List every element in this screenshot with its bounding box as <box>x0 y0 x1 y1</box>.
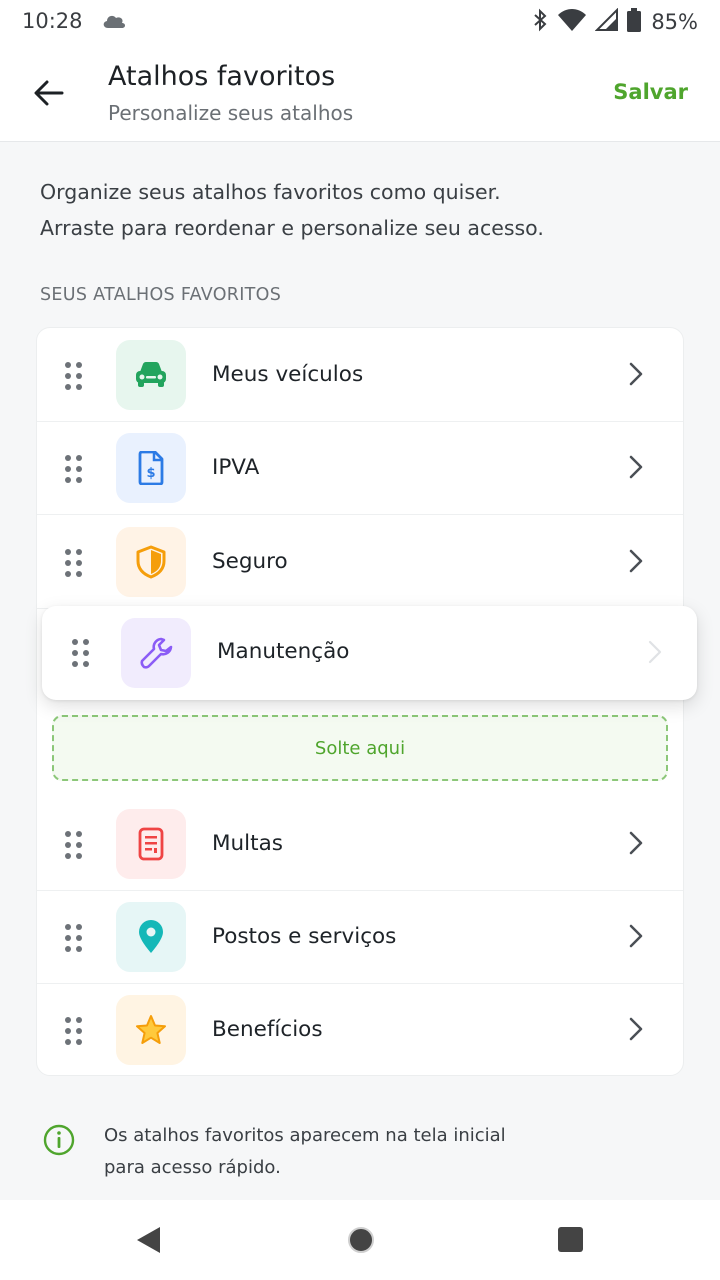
back-button[interactable] <box>22 71 76 115</box>
chevron-right-icon <box>629 1017 643 1041</box>
location-pin-icon <box>139 920 163 953</box>
chevron-right-icon <box>629 831 643 855</box>
shortcut-item-ipva[interactable]: $ IPVA <box>37 421 683 515</box>
star-icon <box>136 1015 166 1044</box>
shortcut-item-postos[interactable]: Postos e serviços <box>37 890 683 984</box>
section-label: SEUS ATALHOS FAVORITOS <box>40 285 282 305</box>
shortcut-label: Manutenção <box>217 639 350 664</box>
intro-line-1: Organize seus atalhos favoritos como qui… <box>40 180 501 204</box>
status-time: 10:28 <box>22 9 83 33</box>
shortcut-item-seguro[interactable]: Seguro <box>37 515 683 609</box>
ticket-icon <box>138 827 164 861</box>
intro-text: Organize seus atalhos favoritos como qui… <box>40 174 680 246</box>
signal-icon <box>594 7 619 36</box>
shortcut-tile <box>116 902 186 972</box>
shortcut-label: Benefícios <box>212 1017 323 1042</box>
car-icon <box>136 362 166 387</box>
shield-icon <box>136 545 166 579</box>
drop-zone[interactable]: Solte aqui <box>52 715 668 781</box>
chevron-right-icon <box>629 362 643 386</box>
nav-recents-icon[interactable] <box>557 1224 585 1256</box>
drag-handle-icon[interactable] <box>72 639 90 667</box>
app-bar: Atalhos favoritos Personalize seus atalh… <box>0 44 720 142</box>
info-icon <box>43 1124 75 1156</box>
info-line-2: para acesso rápido. <box>104 1157 281 1178</box>
shortcut-label: Postos e serviços <box>212 924 397 949</box>
wifi-icon <box>557 8 587 36</box>
document-dollar-icon: $ <box>138 451 164 485</box>
shortcut-label: Seguro <box>212 549 288 574</box>
info-line-1: Os atalhos favoritos aparecem na tela in… <box>104 1125 506 1146</box>
shortcut-item-multas[interactable]: Multas <box>37 797 683 891</box>
drag-handle-icon[interactable] <box>65 831 83 859</box>
page-subtitle: Personalize seus atalhos <box>108 101 354 125</box>
chevron-right-icon <box>629 455 643 479</box>
nav-home-icon[interactable] <box>346 1224 376 1256</box>
shortcut-tile <box>116 995 186 1065</box>
shortcut-tile: $ <box>116 433 186 503</box>
intro-line-2: Arraste para reordenar e personalize seu… <box>40 216 544 240</box>
bluetooth-icon <box>531 8 549 36</box>
shortcut-label: IPVA <box>212 455 260 480</box>
shortcut-item-beneficios[interactable]: Benefícios <box>37 983 683 1075</box>
drag-handle-icon[interactable] <box>65 549 83 577</box>
arrow-left-icon <box>34 80 64 106</box>
shortcut-label: Multas <box>212 831 283 856</box>
shortcut-label: Meus veículos <box>212 362 364 387</box>
dragging-shortcut-item-manutencao[interactable]: Manutenção <box>42 606 697 700</box>
save-button[interactable]: Salvar <box>613 80 688 104</box>
drag-handle-icon[interactable] <box>65 455 83 483</box>
shortcut-item-meus-veiculos[interactable]: Meus veículos <box>37 328 683 422</box>
chevron-right-icon <box>629 549 643 573</box>
wrench-icon <box>140 637 173 669</box>
chevron-right-icon <box>648 640 662 664</box>
chevron-right-icon <box>629 924 643 948</box>
cloud-icon <box>101 12 127 34</box>
drag-handle-icon[interactable] <box>65 362 83 390</box>
page-title: Atalhos favoritos <box>108 61 336 92</box>
svg-text:$: $ <box>146 466 155 481</box>
system-navigation-bar <box>0 1200 720 1280</box>
nav-back-icon[interactable] <box>134 1224 162 1256</box>
shortcut-tile <box>116 809 186 879</box>
status-bar: 10:28 85% <box>0 0 720 44</box>
shortcut-tile <box>116 527 186 597</box>
shortcut-list: Meus veículos $ IPVA Seguro Solte aqui M… <box>36 327 684 1076</box>
battery-percentage: 85% <box>651 10 698 34</box>
shortcut-tile <box>116 340 186 410</box>
info-text: Os atalhos favoritos aparecem na tela in… <box>104 1120 574 1184</box>
drag-handle-icon[interactable] <box>65 1017 83 1045</box>
info-note: Os atalhos favoritos aparecem na tela in… <box>42 1120 662 1190</box>
drag-handle-icon[interactable] <box>65 924 83 952</box>
battery-icon <box>627 8 642 36</box>
shortcut-tile <box>121 618 191 688</box>
